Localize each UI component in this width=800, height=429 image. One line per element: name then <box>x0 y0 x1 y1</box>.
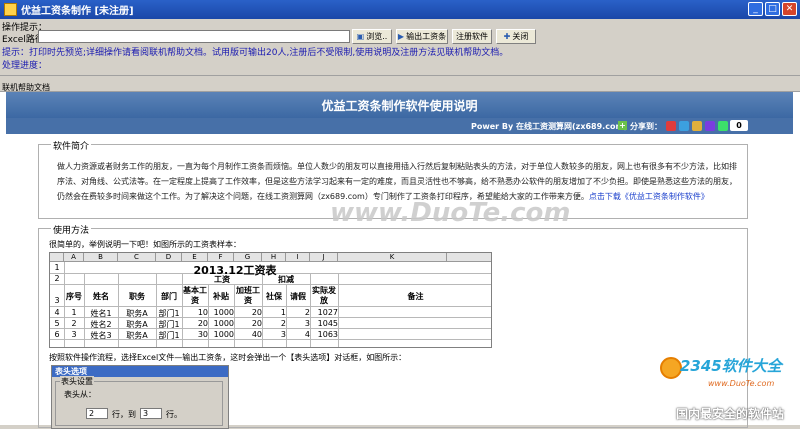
sheet-grid: 1 2013.12工资表 2 3 4 5 6 序号 姓名 职务 部门 工资 基本… <box>50 262 491 347</box>
export-icon: ▶ <box>397 32 405 41</box>
sample-spreadsheet: A B C D E F G H I J K 1 2013.12工资表 2 3 4… <box>49 252 492 348</box>
usage-title: 使用方法 <box>51 223 92 236</box>
minimize-button[interactable]: _ <box>748 2 763 16</box>
close-window-button[interactable]: ✕ <box>782 2 797 16</box>
tip-text: 提示：打印时先预览;详细操作请看阅联机帮助文档。试用版可输出20人,注册后不受限… <box>2 48 509 58</box>
separator <box>0 75 800 76</box>
column-headers: A B C D E F G H I J K <box>50 253 491 262</box>
brand-emblem-icon <box>660 357 682 379</box>
download-link[interactable]: 点击下载《优益工资条制作软件》 <box>589 192 709 201</box>
share-count: 0 <box>730 120 748 131</box>
power-bar: Power By 在线工资测算网(zx689.com) + 分享到： 0 <box>6 118 793 134</box>
excel-path-input[interactable] <box>38 30 350 43</box>
folder-icon: ▣ <box>356 32 365 41</box>
share-more-icon[interactable] <box>718 121 728 131</box>
close-icon: ✚ <box>503 32 511 41</box>
header-from-label: 表头从： <box>64 390 96 399</box>
brand-slogan: 国内最安全的软件站 <box>675 407 784 421</box>
title-bar: 优益工资条制作 [未注册] _ □ ✕ <box>0 0 800 19</box>
share-douban-icon[interactable] <box>705 121 715 131</box>
share-targets <box>666 121 728 131</box>
share-icon: + <box>618 121 627 130</box>
row-to-input[interactable]: 3 <box>140 408 162 419</box>
usage-section: 使用方法 很简单的，举例说明一下吧！如图所示的工资表样本： A B C D E … <box>38 223 748 429</box>
export-button[interactable]: ▶ 输出工资条 <box>396 29 448 44</box>
brand-url: www.DuoTe.com <box>708 379 775 388</box>
progress-label: 处理进度： <box>2 61 48 71</box>
maximize-button[interactable]: □ <box>765 2 780 16</box>
usage-intro: 很简单的，举例说明一下吧！如图所示的工资表样本： <box>49 240 241 249</box>
share-renren-icon[interactable] <box>692 121 702 131</box>
window-controls: _ □ ✕ <box>748 2 797 16</box>
share-weibo-icon[interactable] <box>666 121 676 131</box>
header-options-dialog: 表头选项 表头设置 表头从： 2 行，到 3 行。 <box>51 365 229 429</box>
brand-logo: 2345软件大全 www.DuoTe.com <box>660 355 798 403</box>
header-settings-group: 表头设置 表头从： 2 行，到 3 行。 <box>55 376 223 426</box>
close-button[interactable]: ✚ 关闭 <box>496 29 536 44</box>
register-button[interactable]: 注册软件 <box>452 29 492 44</box>
share-label: 分享到： <box>630 121 662 131</box>
steps-text: 按照软件操作流程，选择Excel文件—输出工资条，这时会弹出一个【表头选项】对话… <box>49 353 407 362</box>
watermark: www.DuoTe.com <box>330 198 571 228</box>
row-from-input[interactable]: 2 <box>86 408 108 419</box>
intro-title: 软件简介 <box>51 139 92 152</box>
power-by-link[interactable]: Power By 在线工资测算网(zx689.com) <box>471 121 627 132</box>
window-title: 优益工资条制作 [未注册] <box>21 6 134 17</box>
doc-title: 优益工资条制作软件使用说明 <box>6 92 793 118</box>
browse-button[interactable]: ▣ 浏览.. <box>352 29 392 44</box>
share-qzone-icon[interactable] <box>679 121 689 131</box>
brand-name: 2345软件大全 <box>680 357 782 375</box>
app-icon <box>4 3 17 16</box>
